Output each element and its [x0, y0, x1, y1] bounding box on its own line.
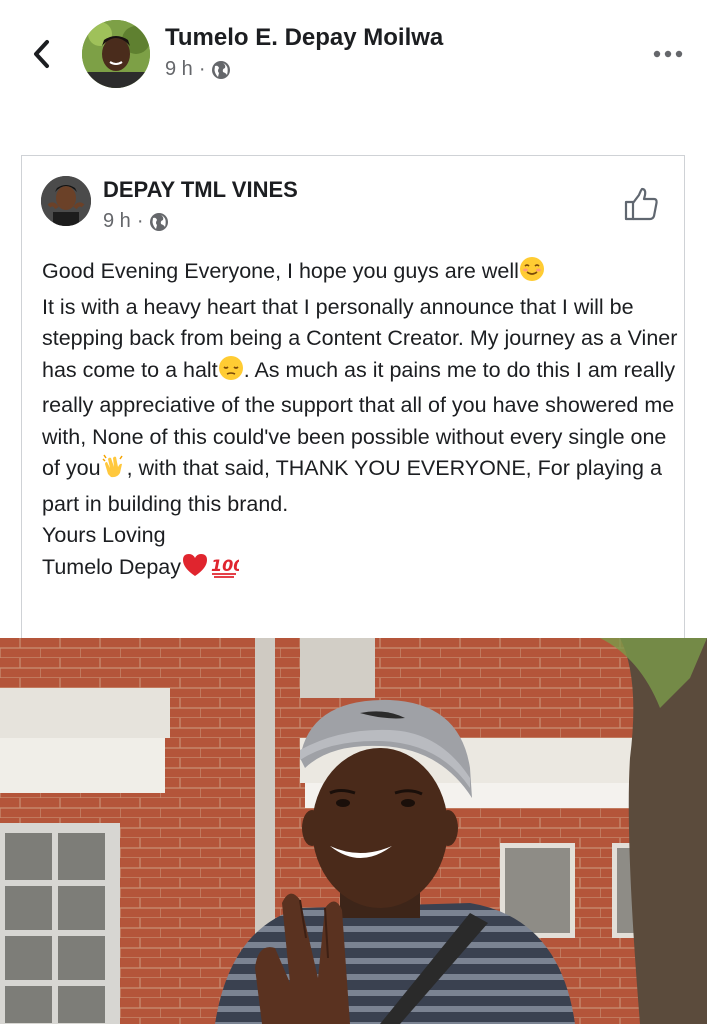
more-horizontal-icon: [653, 50, 683, 58]
clapping-hands-emoji: [101, 453, 127, 489]
smiling-face-emoji: [519, 256, 545, 292]
author-avatar[interactable]: [82, 20, 150, 88]
post-photo[interactable]: [0, 638, 707, 1024]
thumbs-up-icon: [624, 187, 658, 221]
back-button[interactable]: [24, 36, 58, 72]
hundred-points-emoji: 100: [209, 552, 244, 588]
chevron-left-icon: [34, 40, 49, 68]
post-line-greeting: Good Evening Everyone, I hope you guys a…: [42, 256, 678, 292]
meta-separator: ·: [136, 210, 144, 232]
shared-post-meta: 9 h ·: [103, 210, 169, 233]
like-page-button[interactable]: [623, 186, 659, 222]
globe-icon: [150, 212, 169, 231]
shared-author-avatar[interactable]: [41, 176, 91, 226]
post-text: Good Evening Everyone, I hope you guys a…: [42, 256, 678, 587]
svg-text:100: 100: [211, 556, 239, 575]
pensive-face-emoji: [218, 355, 244, 391]
shared-author-name[interactable]: DEPAY TML VINES: [103, 177, 298, 203]
post-time[interactable]: 9 h: [165, 58, 193, 81]
post-line-signature: Tumelo Depay100: [42, 552, 678, 588]
author-name[interactable]: Tumelo E. Depay Moilwa: [165, 24, 443, 52]
meta-separator: ·: [198, 58, 206, 80]
shared-post-card[interactable]: DEPAY TML VINES 9 h · Good Evening Every…: [21, 155, 685, 641]
post-meta: 9 h ·: [165, 58, 231, 81]
globe-icon: [212, 60, 231, 79]
post-header: Tumelo E. Depay Moilwa 9 h ·: [0, 0, 707, 110]
shared-post-time[interactable]: 9 h: [103, 210, 131, 233]
post-line-signoff: Yours Loving: [42, 523, 166, 547]
post-line-announcement: It is with a heavy heart that I personal…: [42, 294, 678, 516]
red-heart-emoji: [181, 552, 209, 588]
more-options-button[interactable]: [648, 40, 688, 68]
